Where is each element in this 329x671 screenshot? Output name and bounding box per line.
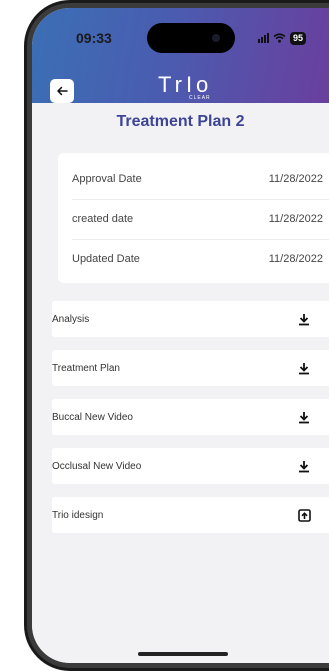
status-time: 09:33 [76,30,112,46]
page-title: Treatment Plan 2 [116,113,245,130]
info-label: created date [72,213,134,225]
arrow-left-icon [57,86,68,96]
home-indicator[interactable] [138,652,228,656]
app-logo-subtext: CLEAR [189,95,211,101]
created-date-row: created date 11/28/2022 [72,199,329,240]
file-label: Trio idesign [52,509,104,521]
app-header: 09:33 95 TrIo CLEAR [32,8,329,103]
file-label: Analysis [52,313,90,325]
signal-icon [258,33,269,43]
file-row-buccal-video[interactable]: Buccal New Video [52,399,329,435]
app-screen: 09:33 95 TrIo CLEAR Treatment Plan 2 App… [32,8,329,663]
open-external-icon[interactable] [293,508,315,522]
wifi-icon [273,33,286,43]
file-row-treatment-plan[interactable]: Treatment Plan [52,350,329,386]
file-label: Treatment Plan [52,362,120,374]
status-icons: 95 [258,31,307,45]
main-content: Treatment Plan 2 Approval Date 11/28/202… [32,103,329,663]
camera-dot [212,34,220,42]
file-row-analysis[interactable]: Analysis [52,301,329,337]
file-row-trio-idesign[interactable]: Trio idesign [52,497,329,533]
info-value: 11/28/2022 [268,173,323,185]
download-icon[interactable] [293,411,315,424]
info-value: 11/28/2022 [268,213,323,225]
dynamic-island [147,23,235,53]
battery-indicator: 95 [290,31,307,45]
info-card: Approval Date 11/28/2022 created date 11… [58,153,329,283]
info-label: Approval Date [72,173,142,185]
back-button[interactable] [50,79,74,103]
download-icon[interactable] [293,362,315,375]
info-value: 11/28/2022 [268,253,323,265]
file-label: Buccal New Video [52,411,133,423]
download-icon[interactable] [293,460,315,473]
download-icon[interactable] [293,313,315,326]
approval-date-row: Approval Date 11/28/2022 [72,159,329,200]
updated-date-row: Updated Date 11/28/2022 [72,239,329,279]
file-row-occlusal-video[interactable]: Occlusal New Video [52,448,329,484]
info-label: Updated Date [72,253,140,265]
file-label: Occlusal New Video [52,460,142,472]
